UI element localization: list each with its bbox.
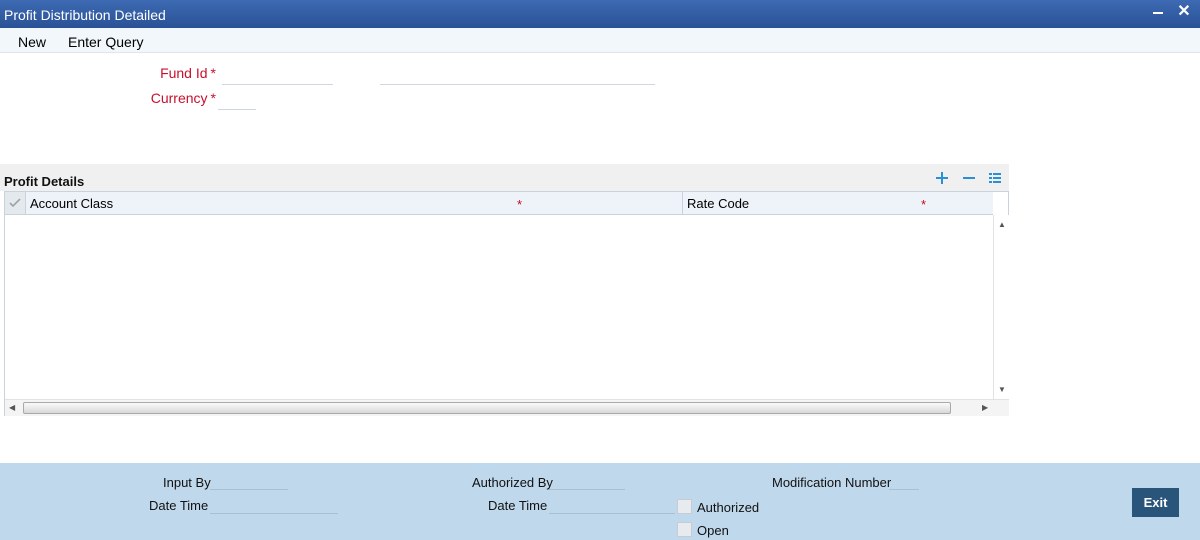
authorized-label: Authorized: [697, 500, 760, 515]
column-header-account-class[interactable]: Account Class: [30, 196, 113, 211]
title-bar: Profit Distribution Detailed ✕: [0, 0, 1200, 28]
authorized-by-field: [549, 489, 625, 490]
authorized-checkbox[interactable]: [677, 499, 692, 514]
column-header-rate-code[interactable]: Rate Code: [687, 196, 749, 211]
required-marker: *: [921, 197, 927, 212]
profit-details-grid: Account Class * Rate Code * ▲ ▼ ◀ ▶: [4, 191, 1009, 416]
window-title: Profit Distribution Detailed: [4, 7, 166, 23]
date-time-label: Date Time: [149, 498, 209, 513]
fund-id-label-text: Fund Id: [160, 65, 208, 81]
vertical-scrollbar[interactable]: ▲ ▼: [993, 215, 1009, 400]
minimize-icon[interactable]: [1151, 4, 1165, 20]
grid-header: Account Class * Rate Code *: [5, 192, 993, 215]
input-by-label: Input By: [163, 475, 211, 490]
required-marker: *: [210, 90, 216, 106]
profit-details-title: Profit Details: [4, 174, 85, 189]
authorized-by-label: Authorized By: [472, 475, 553, 490]
add-row-icon[interactable]: [934, 170, 950, 186]
date-time-label: Date Time: [488, 498, 548, 513]
scroll-thumb[interactable]: [23, 402, 951, 414]
open-label: Open: [697, 523, 729, 538]
currency-input[interactable]: [218, 109, 256, 110]
profit-details-header: Profit Details: [0, 164, 1009, 191]
required-marker: *: [517, 197, 523, 212]
scroll-down-icon[interactable]: ▼: [998, 386, 1006, 394]
scroll-right-icon[interactable]: ▶: [982, 404, 988, 412]
new-button[interactable]: New: [18, 34, 46, 50]
required-marker: *: [210, 65, 216, 81]
horizontal-scrollbar[interactable]: ◀ ▶: [5, 399, 1009, 416]
scroll-left-icon[interactable]: ◀: [9, 404, 15, 412]
modification-number-label: Modification Number: [772, 475, 892, 490]
input-date-time-field: [210, 513, 338, 514]
fund-description-input[interactable]: [380, 84, 655, 85]
close-icon[interactable]: ✕: [1176, 3, 1192, 21]
menu-bar: New Enter Query: [0, 28, 1200, 53]
currency-label: Currency *: [140, 90, 216, 106]
authorized-date-time-field: [549, 513, 675, 514]
scroll-up-icon[interactable]: ▲: [998, 221, 1006, 229]
select-all-check-icon[interactable]: [5, 192, 26, 214]
currency-label-text: Currency: [150, 90, 208, 106]
fund-id-label: Fund Id *: [150, 65, 216, 81]
modification-number-field: [889, 489, 919, 490]
fund-id-input[interactable]: [222, 84, 333, 85]
input-by-field: [210, 489, 288, 490]
enter-query-button[interactable]: Enter Query: [68, 34, 143, 50]
delete-row-icon[interactable]: [961, 170, 977, 186]
exit-button[interactable]: Exit: [1132, 488, 1179, 517]
open-checkbox[interactable]: [677, 522, 692, 537]
single-view-icon[interactable]: [987, 170, 1003, 186]
column-divider: [682, 192, 683, 215]
